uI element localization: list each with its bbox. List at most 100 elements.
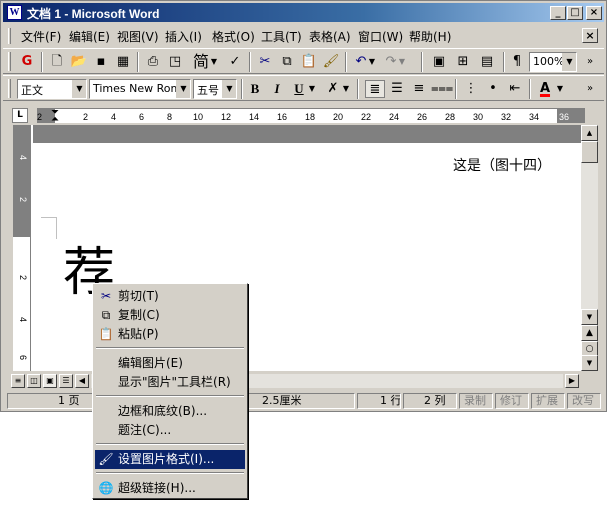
scroll-down-icon[interactable]: ▼: [581, 309, 598, 325]
status-trk[interactable]: 修订: [495, 393, 529, 409]
context-copy[interactable]: ⧉ 复制(C): [95, 306, 245, 325]
character-shading-icon[interactable]: ✗: [323, 80, 343, 98]
chevron-down-icon[interactable]: ▼: [176, 80, 190, 98]
italic-button[interactable]: I: [267, 80, 287, 98]
scroll-right-icon[interactable]: ▶: [565, 374, 579, 388]
save-icon[interactable]: ▪: [91, 53, 111, 71]
document-close-icon[interactable]: ×: [582, 28, 598, 43]
context-hyperlink[interactable]: 🌐 超级链接(H)...: [95, 479, 245, 498]
scroll-left-icon[interactable]: ◀: [75, 374, 89, 388]
close-button[interactable]: ×: [586, 6, 602, 20]
bold-button[interactable]: B: [245, 80, 265, 98]
context-edit-picture[interactable]: 编辑图片(E): [95, 354, 245, 373]
word-app-icon[interactable]: W: [7, 5, 22, 20]
chevron-down-icon[interactable]: ▼: [397, 53, 407, 71]
normal-view-icon[interactable]: ≡: [11, 374, 25, 388]
menu-format[interactable]: 格式(O): [212, 28, 255, 45]
toolbar-separator: [241, 79, 243, 99]
web-tools-icon[interactable]: ▣: [429, 53, 449, 71]
menu-insert[interactable]: 插入(I): [165, 28, 202, 45]
numbering-icon[interactable]: ⋮: [461, 80, 481, 98]
context-show-picture-toolbar[interactable]: 显示"图片"工具栏(R): [95, 373, 245, 392]
minimize-button[interactable]: _: [550, 6, 566, 20]
decrease-indent-icon[interactable]: ⇤: [505, 80, 525, 98]
toolbar-grip[interactable]: [8, 79, 11, 98]
wps-logo-icon[interactable]: G: [17, 53, 37, 71]
style-select[interactable]: 正文 ▼: [17, 79, 87, 99]
font-select[interactable]: Times New Roman ▼: [89, 79, 191, 99]
print-layout-icon[interactable]: ▣: [43, 374, 57, 388]
chevron-down-icon[interactable]: ▼: [562, 53, 576, 71]
tab-selector-icon[interactable]: L: [12, 108, 28, 123]
context-caption-label: 题注(C)...: [118, 423, 172, 437]
menubar-grip[interactable]: [8, 28, 11, 44]
menu-file[interactable]: 文件(F): [21, 28, 61, 45]
toolbar-grip[interactable]: [8, 52, 11, 71]
bullets-icon[interactable]: •: [483, 80, 503, 98]
status-column[interactable]: 2 列: [403, 393, 457, 409]
outline-view-icon[interactable]: ☰: [59, 374, 73, 388]
horizontal-ruler[interactable]: ⏷ ⏶ 2 2 4 6 8 10 12 14 16 18 20 22 24 26 …: [37, 108, 585, 125]
open-icon[interactable]: 📂: [69, 53, 89, 71]
chevron-down-icon[interactable]: ▼: [367, 53, 377, 71]
document-text[interactable]: 这是（图十四）: [453, 155, 551, 175]
distributed-align-icon[interactable]: ⩶: [431, 80, 453, 98]
menu-view[interactable]: 视图(V): [117, 28, 159, 45]
paste-icon[interactable]: 📋: [299, 53, 319, 71]
web-view-icon[interactable]: ◫: [27, 374, 41, 388]
status-rec[interactable]: 录制: [459, 393, 493, 409]
zoom-select[interactable]: 100% ▼: [529, 52, 577, 72]
copy-icon[interactable]: ⧉: [277, 53, 297, 71]
page-top-margin: [33, 125, 581, 143]
context-cut[interactable]: ✂ 剪切(T): [95, 287, 245, 306]
maximize-button[interactable]: □: [567, 6, 583, 20]
next-page-icon[interactable]: ▼: [581, 355, 598, 371]
context-caption[interactable]: 题注(C)...: [95, 421, 245, 440]
cut-icon[interactable]: ✂: [255, 53, 275, 71]
menu-tools[interactable]: 工具(T): [261, 28, 302, 45]
menu-table[interactable]: 表格(A): [309, 28, 351, 45]
font-color-button[interactable]: A: [535, 80, 555, 98]
menu-help[interactable]: 帮助(H): [409, 28, 451, 45]
spelling-icon[interactable]: ✓: [225, 53, 245, 71]
chevron-down-icon[interactable]: ▼: [72, 80, 86, 98]
format-painter-icon[interactable]: 🖌: [321, 53, 341, 71]
menu-window[interactable]: 窗口(W): [358, 28, 403, 45]
align-center-icon[interactable]: ☰: [387, 80, 407, 98]
context-borders-shading[interactable]: 边框和底纹(B)...: [95, 402, 245, 421]
print-preview-icon[interactable]: ◳: [165, 53, 185, 71]
context-paste[interactable]: 📋 粘贴(P): [95, 325, 245, 344]
menu-edit[interactable]: 编辑(E): [69, 28, 110, 45]
more-buttons-icon[interactable]: »: [583, 80, 597, 98]
columns-icon[interactable]: ▤: [477, 53, 497, 71]
more-buttons-icon[interactable]: »: [583, 53, 597, 71]
simplified-chinese-button[interactable]: 简: [191, 53, 211, 71]
scroll-up-icon[interactable]: ▲: [581, 125, 598, 141]
chevron-down-icon[interactable]: ▼: [222, 80, 236, 98]
chevron-down-icon[interactable]: ▼: [209, 53, 219, 71]
chevron-down-icon[interactable]: ▼: [341, 80, 351, 98]
print-icon[interactable]: ⎙: [143, 53, 163, 71]
new-icon[interactable]: 🗋: [47, 53, 67, 71]
status-ext[interactable]: 扩展: [531, 393, 565, 409]
align-right-icon[interactable]: ≡: [409, 80, 429, 98]
vertical-scrollbar[interactable]: ▲ ▼ ▲ ○ ▼: [581, 125, 598, 371]
status-ovr[interactable]: 改写: [567, 393, 601, 409]
font-size-select[interactable]: 五号 ▼: [193, 79, 237, 99]
menu-separator: [96, 443, 244, 445]
status-line[interactable]: 1 行: [357, 393, 401, 409]
context-format-picture[interactable]: 🖌 设置图片格式(I)...: [95, 450, 245, 469]
align-justify-icon[interactable]: ≣: [365, 80, 385, 98]
chevron-down-icon[interactable]: ▼: [555, 80, 565, 98]
scroll-thumb[interactable]: [581, 141, 598, 163]
insert-table-icon[interactable]: ⊞: [453, 53, 473, 71]
previous-page-icon[interactable]: ▲: [581, 325, 598, 341]
vertical-ruler[interactable]: 4 2 2 4 6: [13, 125, 31, 371]
underline-button[interactable]: U: [289, 80, 309, 98]
permission-icon[interactable]: ▦: [113, 53, 133, 71]
chevron-down-icon[interactable]: ▼: [307, 80, 317, 98]
show-hide-icon[interactable]: ¶: [507, 53, 527, 71]
indent-marker-icon[interactable]: ⏷ ⏶: [51, 108, 59, 125]
title-bar[interactable]: W 文档 1 - Microsoft Word _ □ ×: [3, 3, 604, 22]
status-page[interactable]: 1 页: [7, 393, 101, 409]
